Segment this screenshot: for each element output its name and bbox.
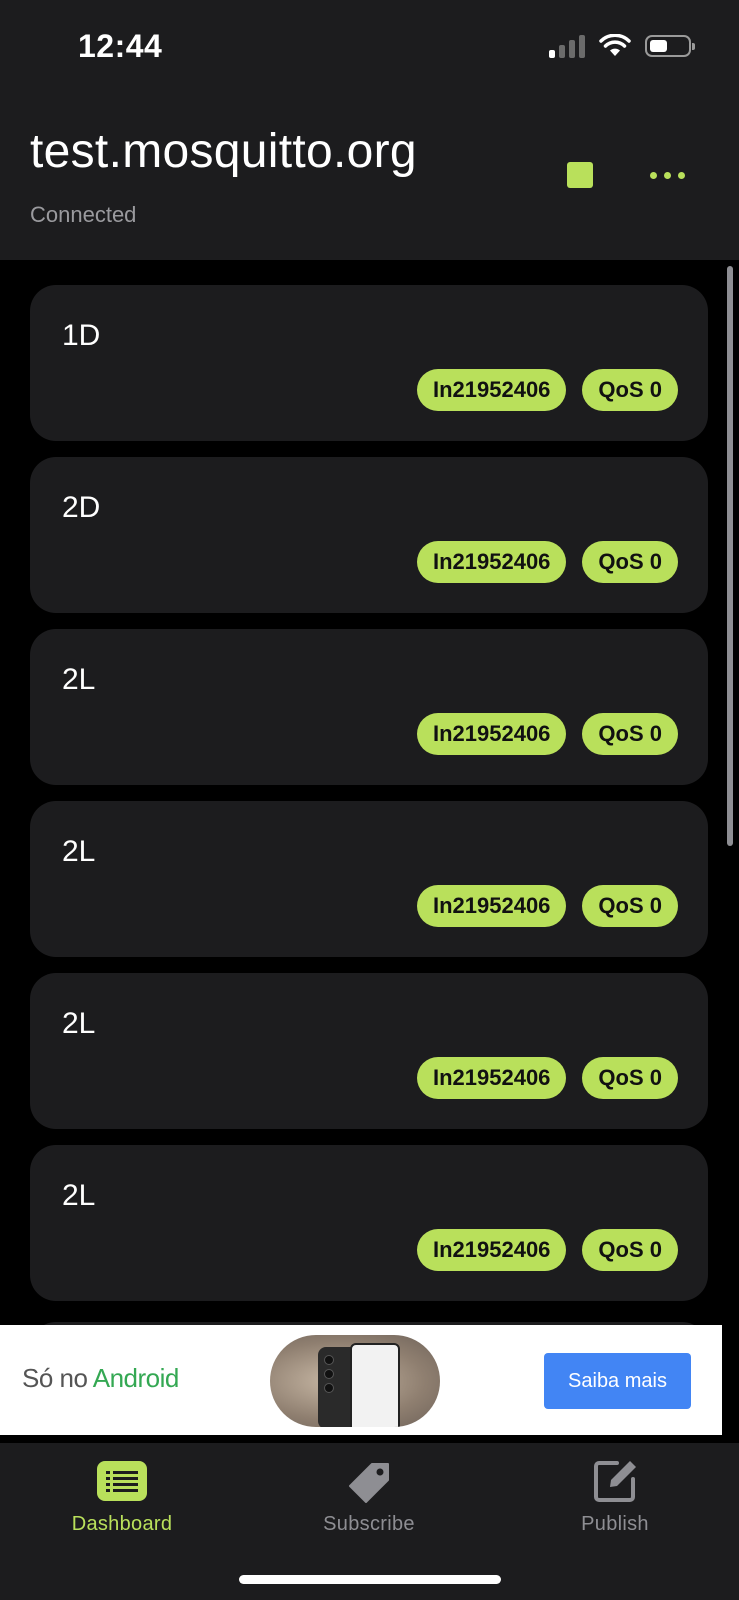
ad-text: Só no Android — [22, 1363, 179, 1394]
disconnect-button[interactable] — [567, 162, 593, 188]
subscription-name: 2L — [62, 835, 96, 868]
tab-subscribe[interactable]: Subscribe — [279, 1457, 459, 1536]
topic-badge: In21952406 — [416, 713, 567, 755]
list-item[interactable]: 2L In21952406 QoS 0 — [30, 629, 708, 785]
more-options-icon[interactable] — [650, 165, 690, 185]
battery-icon — [645, 35, 695, 57]
qos-badge: QoS 0 — [582, 1057, 678, 1099]
list-item[interactable]: 2D In21952406 QoS 0 — [30, 457, 708, 613]
ad-cta-button[interactable]: Saiba mais — [544, 1353, 691, 1409]
tab-publish[interactable]: Publish — [525, 1457, 705, 1536]
list-item[interactable]: 2L In21952406 QoS 0 — [30, 801, 708, 957]
subscription-name: 2L — [62, 1179, 96, 1212]
ad-text-prefix: Só no — [22, 1363, 93, 1393]
scrollbar[interactable] — [727, 266, 733, 846]
topic-badge: In21952406 — [416, 1057, 567, 1099]
page-title: test.mosquitto.org — [30, 125, 417, 178]
connection-status: Connected — [30, 202, 137, 227]
topic-badge: In21952406 — [416, 369, 567, 411]
home-indicator[interactable] — [239, 1575, 501, 1584]
header: 12:44 test.mosquitto.org Connected — [0, 0, 739, 260]
ad-banner[interactable]: Só no Android Saiba mais — [0, 1325, 722, 1435]
status-time: 12:44 — [78, 28, 163, 64]
list-icon — [97, 1461, 147, 1501]
topic-badge: In21952406 — [416, 1229, 567, 1271]
tag-icon — [349, 1463, 389, 1503]
tab-dashboard[interactable]: Dashboard — [32, 1457, 212, 1536]
subscription-name: 2L — [62, 663, 96, 696]
subscription-name: 2L — [62, 1007, 96, 1040]
topic-badge: In21952406 — [416, 541, 567, 583]
qos-badge: QoS 0 — [582, 885, 678, 927]
qos-badge: QoS 0 — [582, 713, 678, 755]
tab-label: Subscribe — [323, 1513, 415, 1535]
status-icons — [549, 34, 695, 58]
edit-icon — [594, 1461, 636, 1502]
ad-brand-text: Android — [92, 1363, 180, 1393]
phone-front-image — [350, 1343, 400, 1427]
tab-label: Dashboard — [71, 1513, 173, 1535]
qos-badge: QoS 0 — [582, 1229, 678, 1271]
subscription-name: 2D — [62, 491, 101, 524]
wifi-icon — [599, 34, 631, 56]
tab-label: Publish — [581, 1513, 649, 1535]
qos-badge: QoS 0 — [582, 541, 678, 583]
list-item[interactable]: 1D In21952406 QoS 0 — [30, 285, 708, 441]
list-item[interactable]: 2L In21952406 QoS 0 — [30, 1145, 708, 1301]
topic-badge: In21952406 — [416, 885, 567, 927]
subscription-name: 1D — [62, 319, 101, 352]
list-item[interactable]: 2L In21952406 QoS 0 — [30, 973, 708, 1129]
ad-phone-image — [270, 1335, 440, 1427]
qos-badge: QoS 0 — [582, 369, 678, 411]
subscription-list[interactable]: 1D In21952406 QoS 0 2D In21952406 QoS 0 … — [0, 260, 739, 1325]
cellular-signal-icon — [549, 34, 585, 58]
app-screen: 12:44 test.mosquitto.org Connected 1D In… — [0, 0, 739, 1600]
